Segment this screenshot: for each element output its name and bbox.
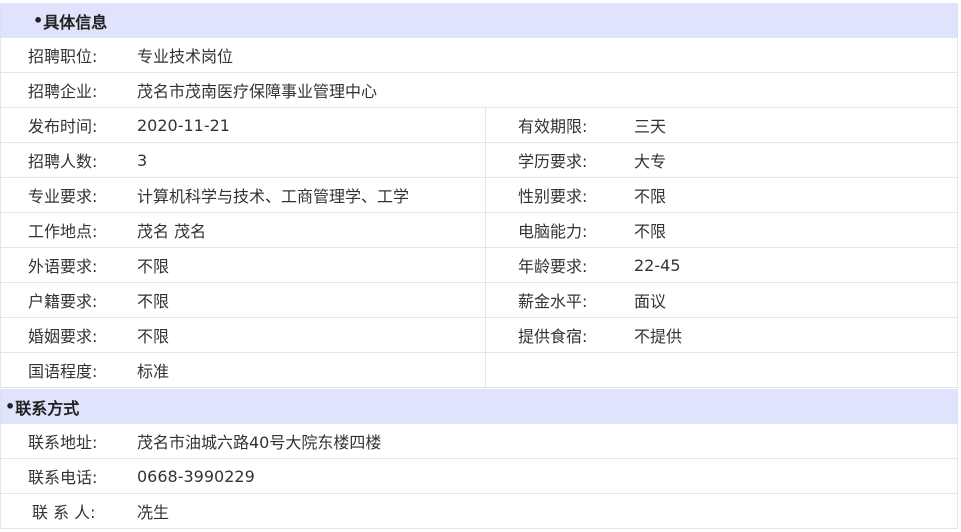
mandarin-label: 国语程度:	[28, 362, 98, 381]
publish-time-value: 2020-11-21	[137, 115, 230, 135]
row-major: 专业要求: 计算机科学与技术、工商管理学、工学 性别要求: 不限	[0, 178, 958, 213]
salary-label: 薪金水平:	[518, 292, 588, 311]
column-divider	[485, 108, 486, 142]
column-divider	[485, 283, 486, 317]
salary-value: 面议	[634, 292, 667, 311]
gender-label: 性别要求:	[518, 187, 588, 206]
contact-section-header: • 联系方式	[0, 389, 958, 424]
column-divider	[485, 143, 486, 177]
row-phone: 联系电话: 0668-3990229	[0, 459, 958, 494]
household-label: 户籍要求:	[28, 292, 98, 311]
contact-person-label: 联 系 人:	[32, 503, 96, 522]
column-divider	[485, 353, 486, 387]
contact-section-title: 联系方式	[15, 398, 80, 418]
column-divider	[485, 248, 486, 282]
marital-value: 不限	[137, 327, 170, 346]
column-divider	[485, 213, 486, 247]
row-marital: 婚姻要求: 不限 提供食宿: 不提供	[0, 318, 958, 353]
publish-time-label: 发布时间:	[28, 117, 98, 136]
education-label: 学历要求:	[518, 152, 588, 171]
row-publish-time: 发布时间: 2020-11-21 有效期限: 三天	[0, 108, 958, 143]
location-value: 茂名 茂名	[137, 222, 207, 241]
address-value: 茂名市油城六路40号大院东楼四楼	[137, 433, 382, 452]
row-address: 联系地址: 茂名市油城六路40号大院东楼四楼	[0, 424, 958, 459]
row-household: 户籍要求: 不限 薪金水平: 面议	[0, 283, 958, 318]
mandarin-value: 标准	[137, 362, 170, 381]
computer-skill-label: 电脑能力:	[518, 222, 588, 241]
company-value: 茂名市茂南医疗保障事业管理中心	[137, 82, 378, 101]
education-value: 大专	[634, 152, 667, 171]
column-divider	[485, 318, 486, 352]
marital-label: 婚姻要求:	[28, 327, 98, 346]
bullet-icon: •	[5, 397, 16, 416]
contact-person-value: 冼生	[137, 503, 170, 522]
position-label: 招聘职位:	[28, 47, 98, 66]
row-contact-person: 联 系 人: 冼生	[0, 494, 958, 529]
board-value: 不提供	[634, 327, 683, 346]
address-label: 联系地址:	[28, 433, 98, 452]
valid-period-label: 有效期限:	[518, 117, 588, 136]
phone-value: 0668-3990229	[137, 466, 255, 486]
location-label: 工作地点:	[28, 222, 98, 241]
column-divider	[485, 178, 486, 212]
row-position: 招聘职位: 专业技术岗位	[0, 38, 958, 73]
company-label: 招聘企业:	[28, 82, 98, 101]
computer-skill-value: 不限	[634, 222, 667, 241]
age-label: 年龄要求:	[518, 257, 588, 276]
row-mandarin: 国语程度: 标准	[0, 353, 958, 388]
row-foreign-language: 外语要求: 不限 年龄要求: 22-45	[0, 248, 958, 283]
position-value: 专业技术岗位	[137, 47, 234, 66]
age-value: 22-45	[634, 255, 681, 275]
phone-label: 联系电话:	[28, 468, 98, 487]
details-section-title: 具体信息	[43, 12, 108, 32]
row-headcount: 招聘人数: 3 学历要求: 大专	[0, 143, 958, 178]
job-detail-panel: • 具体信息 招聘职位: 专业技术岗位 招聘企业: 茂名市茂南医疗保障事业管理中心…	[0, 0, 961, 532]
row-location: 工作地点: 茂名 茂名 电脑能力: 不限	[0, 213, 958, 248]
bullet-icon: •	[33, 11, 44, 30]
gender-value: 不限	[634, 187, 667, 206]
details-section-header: • 具体信息	[0, 3, 958, 38]
headcount-label: 招聘人数:	[28, 152, 98, 171]
major-label: 专业要求:	[28, 187, 98, 206]
foreign-language-label: 外语要求:	[28, 257, 98, 276]
headcount-value: 3	[137, 150, 148, 170]
household-value: 不限	[137, 292, 170, 311]
major-value: 计算机科学与技术、工商管理学、工学	[137, 187, 410, 206]
foreign-language-value: 不限	[137, 257, 170, 276]
board-label: 提供食宿:	[518, 327, 588, 346]
row-company: 招聘企业: 茂名市茂南医疗保障事业管理中心	[0, 73, 958, 108]
valid-period-value: 三天	[634, 117, 667, 136]
